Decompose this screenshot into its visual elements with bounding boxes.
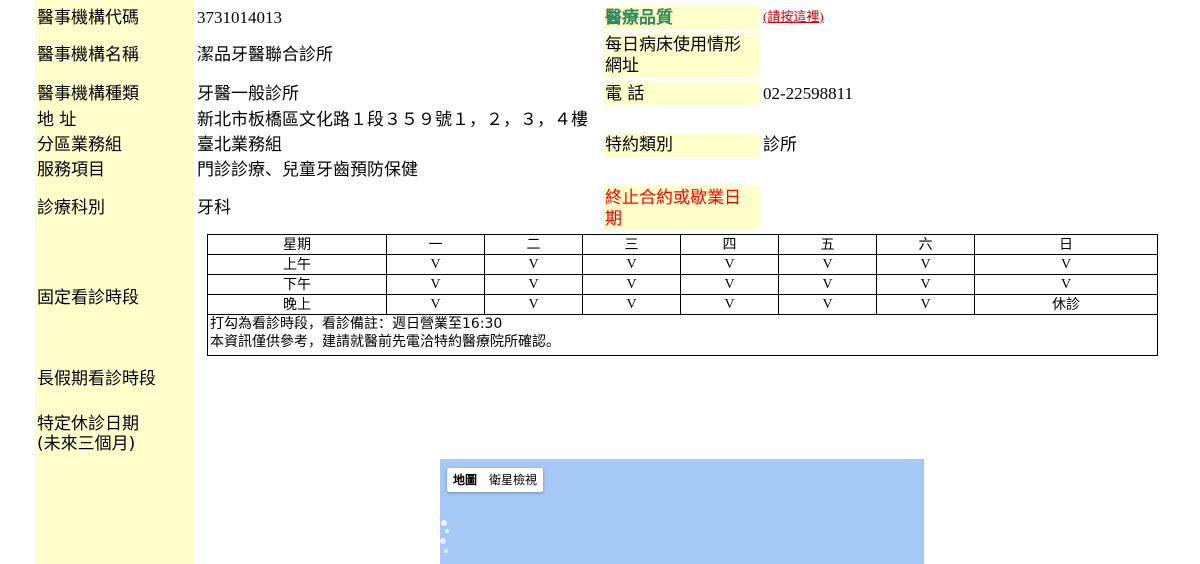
- schedule-cell: V: [680, 254, 779, 275]
- dept-value: 牙科: [197, 198, 231, 218]
- map-tab-satellite[interactable]: 衛星檢視: [483, 468, 543, 492]
- address-value: 新北市板橋區文化路１段３５９號１，２，３，４樓: [197, 110, 588, 130]
- schedule-note: 打勾為看診時段，看診備註：週日營業至16:30 本資訊僅供參考，建請就醫前先電洽…: [207, 314, 1158, 356]
- specific-off-label-line2: (未來三個月): [37, 434, 136, 454]
- schedule-cell: V: [876, 274, 975, 295]
- schedule-label: 固定看診時段: [37, 288, 139, 308]
- contract-label: 特約類別: [605, 135, 673, 155]
- period-label: 下午: [207, 274, 387, 295]
- terminate-label-cell: 終止合約或歇業日 期: [603, 186, 760, 230]
- name-value: 潔品牙醫聯合診所: [197, 45, 333, 65]
- schedule-cell: V: [778, 254, 877, 275]
- schedule-row-evening: 晚上 V V V V V V 休診: [207, 294, 1158, 315]
- specific-off-label: 特定休診日期 (未來三個月): [37, 414, 139, 454]
- schedule-note-line2: 本資訊僅供參考，建請就醫前先電洽特約醫療院所確認。: [210, 334, 560, 350]
- phone-value: 02-22598811: [763, 84, 854, 103]
- name-label: 醫事機構名稱: [37, 45, 139, 65]
- period-label: 上午: [207, 254, 387, 275]
- schedule-note-row: 打勾為看診時段，看診備註：週日營業至16:30 本資訊僅供參考，建請就醫前先電洽…: [207, 314, 1158, 356]
- phone-label: 電 話: [605, 84, 645, 104]
- schedule-cell: V: [680, 294, 779, 315]
- schedule-cell: V: [386, 274, 485, 295]
- schedule-row-morning: 上午 V V V V V V V: [207, 254, 1158, 275]
- bed-usage-label-line1: 每日病床使用情形: [605, 35, 741, 55]
- address-label: 地 址: [37, 110, 77, 130]
- schedule-row-afternoon: 下午 V V V V V V V: [207, 274, 1158, 295]
- bed-usage-label-cell: 每日病床使用情形 網址: [603, 33, 760, 77]
- contract-value: 診所: [763, 135, 797, 155]
- header-thu: 四: [680, 234, 779, 255]
- schedule-cell: V: [582, 294, 681, 315]
- type-label: 醫事機構種類: [37, 84, 139, 104]
- schedule-cell: V: [778, 294, 877, 315]
- branch-label: 分區業務組: [37, 135, 122, 155]
- schedule-cell: V: [680, 274, 779, 295]
- code-value: 3731014013: [197, 8, 282, 27]
- code-label: 醫事機構代碼: [37, 8, 139, 28]
- schedule-cell: V: [582, 274, 681, 295]
- map-land-fragment: [440, 520, 449, 553]
- phone-label-cell: 電 話: [603, 82, 760, 106]
- schedule-cell: V: [484, 294, 583, 315]
- header-mon: 一: [386, 234, 485, 255]
- header-wed: 三: [582, 234, 681, 255]
- schedule-cell: V: [484, 254, 583, 275]
- terminate-label-line2: 期: [605, 209, 622, 229]
- header-tue: 二: [484, 234, 583, 255]
- schedule-header-row: 星期 一 二 三 四 五 六 日: [207, 234, 1158, 255]
- service-value: 門診診療、兒童牙齒預防保健: [197, 160, 418, 180]
- schedule-cell: V: [778, 274, 877, 295]
- header-fri: 五: [778, 234, 877, 255]
- contract-label-cell: 特約類別: [603, 133, 760, 157]
- quality-link[interactable]: (請按這裡): [763, 9, 824, 25]
- quality-label-cell: 醫療品質: [603, 5, 760, 29]
- map-type-control: 地圖 衛星檢視: [447, 468, 544, 492]
- schedule-note-line1: 打勾為看診時段，看診備註：週日營業至16:30: [210, 316, 503, 332]
- type-value: 牙醫一般診所: [197, 84, 299, 104]
- schedule-cell: V: [974, 274, 1158, 295]
- service-label: 服務項目: [37, 160, 105, 180]
- schedule-cell: V: [386, 254, 485, 275]
- long-holiday-label: 長假期看診時段: [37, 369, 156, 389]
- header-sun: 日: [974, 234, 1158, 255]
- schedule-cell: V: [484, 274, 583, 295]
- schedule-cell: V: [876, 294, 975, 315]
- terminate-label-line1: 終止合約或歇業日: [605, 188, 741, 208]
- schedule-cell: V: [386, 294, 485, 315]
- branch-value: 臺北業務組: [197, 135, 282, 155]
- schedule-table: 星期 一 二 三 四 五 六 日 上午 V V V V V V V 下午 V V…: [207, 234, 1158, 356]
- bed-usage-label-line2: 網址: [605, 56, 639, 76]
- period-label: 晚上: [207, 294, 387, 315]
- header-weekday: 星期: [207, 234, 387, 255]
- dept-label: 診療科別: [37, 198, 105, 218]
- quality-label: 醫療品質: [605, 8, 673, 28]
- schedule-cell: V: [974, 254, 1158, 275]
- schedule-cell-closed: 休診: [974, 294, 1158, 315]
- specific-off-label-line1: 特定休診日期: [37, 414, 139, 434]
- schedule-cell: V: [582, 254, 681, 275]
- schedule-cell: V: [876, 254, 975, 275]
- map-tab-map[interactable]: 地圖: [447, 468, 483, 492]
- header-sat: 六: [876, 234, 975, 255]
